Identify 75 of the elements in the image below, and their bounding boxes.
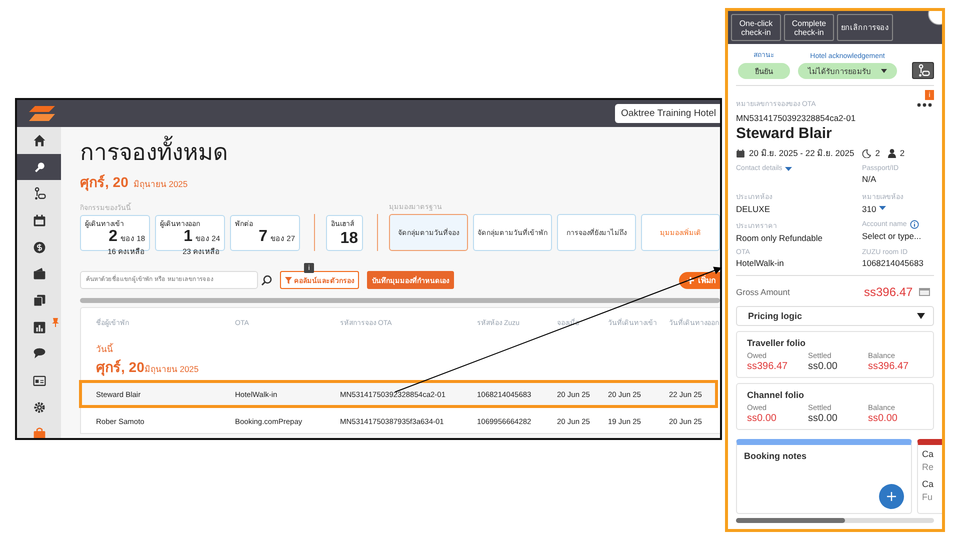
plus-icon xyxy=(687,276,694,284)
field-value: 1068214045683 xyxy=(862,258,924,268)
search-icon[interactable] xyxy=(261,274,272,286)
more-icon[interactable] xyxy=(917,103,932,107)
field-value: HotelWalk-in xyxy=(736,258,784,268)
amount-value: ss0.00 xyxy=(808,413,838,424)
caret-icon xyxy=(879,206,886,210)
id-card-icon xyxy=(32,374,46,388)
luggage-icon xyxy=(32,187,46,200)
group-month: มิถุนายน 2025 xyxy=(144,363,199,376)
gross-amount-label: Gross Amount xyxy=(736,287,791,297)
calendar-icon xyxy=(32,214,46,227)
home-icon xyxy=(32,134,46,147)
stat-value: 2 xyxy=(108,229,118,245)
pricing-logic-dropdown[interactable]: Pricing logic xyxy=(736,306,934,326)
scrollbar[interactable] xyxy=(736,518,934,523)
plus-icon xyxy=(887,492,896,501)
info-icon[interactable] xyxy=(910,220,919,229)
logo-icon xyxy=(29,106,55,121)
card-text: Fu xyxy=(922,492,934,503)
filter-icon xyxy=(285,276,292,284)
page-title: การจองทั้งหมด xyxy=(80,137,720,167)
luggage-button[interactable] xyxy=(912,62,934,79)
field-value: N/A xyxy=(862,174,876,184)
guest-name: Steward Blair xyxy=(736,125,833,142)
card-text: Ca xyxy=(922,479,935,490)
wallet-icon xyxy=(32,267,46,280)
caret-icon xyxy=(881,69,887,73)
amount-value: ss0.00 xyxy=(747,413,778,424)
date-month: มิถุนายน 2025 xyxy=(133,178,188,191)
folio-title: Traveller folio xyxy=(747,338,807,348)
scrollbar[interactable] xyxy=(80,298,720,303)
copy-icon xyxy=(32,294,46,307)
key-icon xyxy=(32,160,46,174)
field-select[interactable]: Select or type... xyxy=(862,231,922,241)
stat-value: 1 xyxy=(184,229,193,245)
card-text: Ca xyxy=(922,449,935,460)
action-button[interactable]: Complete check-in xyxy=(784,14,834,41)
action-button[interactable]: One-click check-in xyxy=(731,14,781,41)
folio-title: Channel folio xyxy=(747,390,805,400)
group-label: วันนี้ xyxy=(96,342,114,356)
dollar-icon xyxy=(32,240,46,254)
calendar-icon xyxy=(736,148,745,158)
amount-value: ss396.47 xyxy=(868,361,910,372)
chart-icon xyxy=(32,320,46,334)
stat-value: 18 xyxy=(340,231,358,247)
group-day: ศุกร์, 20 xyxy=(96,356,144,378)
chat-icon xyxy=(32,347,46,360)
bag-icon xyxy=(32,427,46,438)
caret-icon xyxy=(917,313,925,319)
moon-icon xyxy=(862,148,872,158)
hotel-selector[interactable]: Oaktree Training Hotel xyxy=(614,104,720,123)
notes-title: Booking notes xyxy=(744,451,808,461)
stay-dates: 20 มิ.ย. 2025 - 22 มิ.ย. 2025 xyxy=(749,147,854,160)
date-day: ศุกร์, 20 xyxy=(80,171,128,193)
add-note-button[interactable] xyxy=(879,484,904,509)
calculator-icon[interactable] xyxy=(918,288,930,296)
nights-count: 2 xyxy=(875,148,880,158)
stat-value: 7 xyxy=(258,229,268,245)
caret-icon xyxy=(785,166,792,170)
card-text: Re xyxy=(922,462,935,473)
amount-value: ss396.47 xyxy=(747,361,789,372)
sidebar-item[interactable] xyxy=(17,154,61,180)
gross-amount: ss396.47 xyxy=(864,285,913,299)
field-value: Room only Refundable xyxy=(736,233,822,243)
pin-icon xyxy=(52,318,59,327)
guest-count: 2 xyxy=(900,148,905,158)
amount-value: ss0.00 xyxy=(808,361,838,372)
field-value: DELUXE xyxy=(736,204,770,214)
person-icon xyxy=(888,148,896,158)
amount-value: ss0.00 xyxy=(868,413,898,424)
luggage-icon xyxy=(916,64,930,77)
settings-icon xyxy=(32,400,46,414)
field-select[interactable]: 310 xyxy=(862,204,876,214)
field-value: MN53141750392328854ca2-01 xyxy=(736,113,857,123)
